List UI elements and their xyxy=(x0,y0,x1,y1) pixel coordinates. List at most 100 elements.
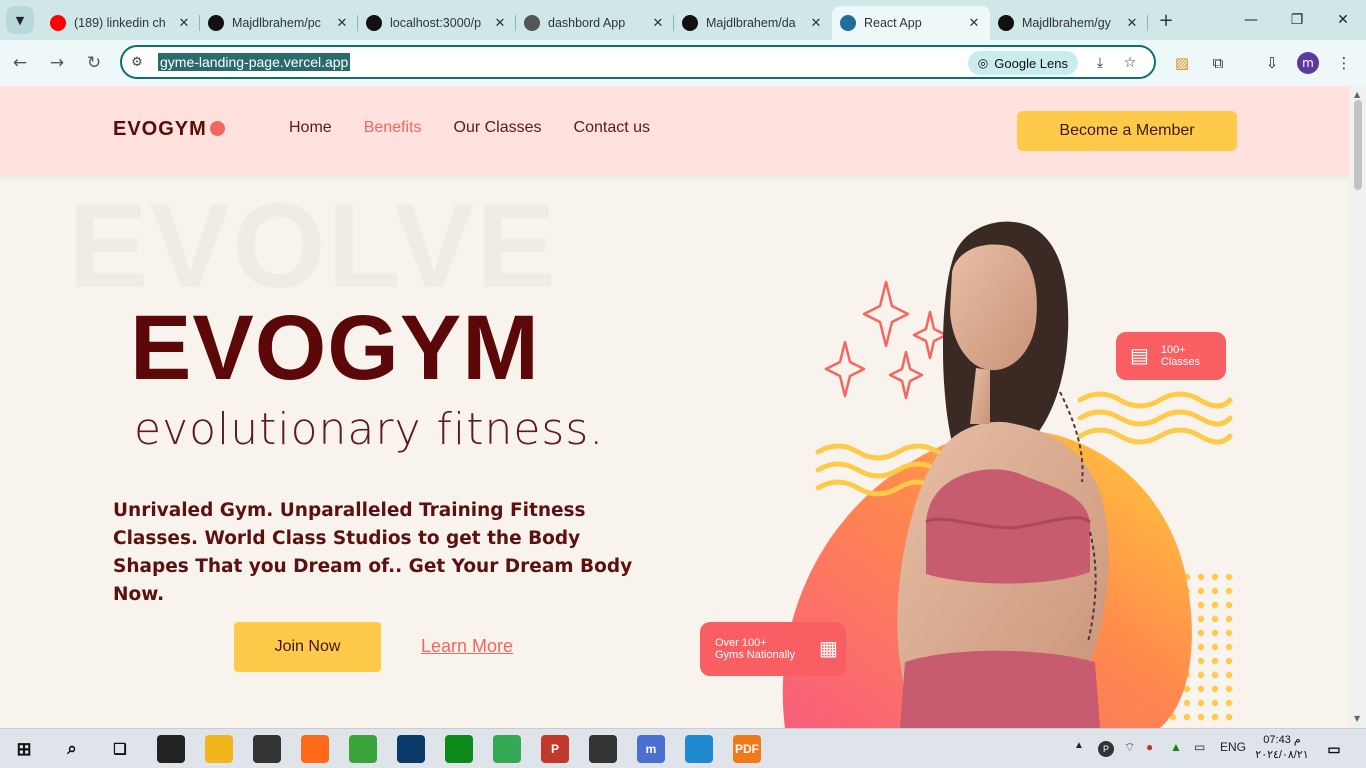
browser-tab[interactable]: localhost:3000/p ✕ xyxy=(358,6,516,40)
notification-icon: ▭ xyxy=(1327,740,1341,757)
chrome-menu-button[interactable]: ⋮ xyxy=(1332,51,1356,75)
close-icon: ✕ xyxy=(1337,12,1349,28)
pdf-app-icon[interactable]: PDF xyxy=(733,735,761,763)
learn-more-link[interactable]: Learn More xyxy=(421,636,513,657)
browser-tab[interactable]: Majdlbrahem/da ✕ xyxy=(674,6,832,40)
download-icon: ⇩ xyxy=(1265,54,1279,72)
vscode-icon[interactable] xyxy=(685,735,713,763)
tab-title: localhost:3000/p xyxy=(390,16,482,30)
system-clock[interactable]: 07:43 م ٢٠٢٤/٠٨/٢١ xyxy=(1252,733,1312,763)
nav-link-contact-us[interactable]: Contact us xyxy=(574,119,650,137)
language-indicator[interactable]: ENG xyxy=(1220,740,1246,754)
delta-app-icon[interactable] xyxy=(445,735,473,763)
globe-icon xyxy=(524,15,540,31)
classes-badge: ▤ 100+ Classes xyxy=(1116,332,1226,380)
page-scrollbar[interactable]: ▲ ▼ xyxy=(1350,86,1366,728)
logo-dot-icon xyxy=(209,121,225,136)
tab-close-icon[interactable]: ✕ xyxy=(334,15,350,31)
nav-link-home[interactable]: Home xyxy=(289,119,332,137)
tray-overflow-button[interactable]: ▲ xyxy=(1074,740,1084,751)
browser-tab[interactable]: Majdlbrahem/pc ✕ xyxy=(200,6,358,40)
tab-close-icon[interactable]: ✕ xyxy=(650,15,666,31)
browser-tab[interactable]: React App ✕ xyxy=(832,6,990,40)
reload-icon: ↻ xyxy=(86,53,102,73)
star-icon: ☆ xyxy=(1123,55,1137,71)
battery-icon[interactable]: ▭ xyxy=(1194,740,1205,754)
hero-illustration: ▤ 100+ Classes Over 100+ Gyms Nationally… xyxy=(690,192,1290,728)
address-bar[interactable]: ⚙ gyme-landing-page.vercel.app ◎ Google … xyxy=(120,45,1156,79)
extensions-button[interactable]: ⧉ xyxy=(1206,51,1230,75)
psiphon-tray-icon[interactable]: P xyxy=(1098,741,1114,757)
tab-list: (189) linkedin ch ✕ Majdlbrahem/pc ✕ localho… xyxy=(42,0,1148,40)
tab-close-icon[interactable]: ✕ xyxy=(492,15,508,31)
browser-tab[interactable]: (189) linkedin ch ✕ xyxy=(42,6,200,40)
triangle-icon xyxy=(366,15,382,31)
github-icon xyxy=(998,15,1014,31)
site-info-icon[interactable]: ⚙ xyxy=(122,55,152,70)
google-lens-button[interactable]: ◎ Google Lens xyxy=(967,51,1078,75)
become-member-button[interactable]: Become a Member xyxy=(1017,111,1237,151)
close-window-button[interactable]: ✕ xyxy=(1320,0,1366,40)
tab-title: dashbord App xyxy=(548,16,626,30)
react-icon xyxy=(840,15,856,31)
profile-initial: m xyxy=(1302,56,1314,70)
restore-icon: ❐ xyxy=(1290,12,1304,28)
join-now-button[interactable]: Join Now xyxy=(234,622,381,672)
tab-close-icon[interactable]: ✕ xyxy=(808,15,824,31)
back-button[interactable]: ← xyxy=(3,46,37,80)
tab-title: Majdlbrahem/pc xyxy=(232,16,321,30)
dolby-app-icon[interactable] xyxy=(397,735,425,763)
arrow-right-icon: → xyxy=(49,53,65,73)
scroll-up-icon[interactable]: ▲ xyxy=(1354,90,1360,99)
search-button[interactable]: ⌕ xyxy=(58,735,86,763)
settings-icon[interactable] xyxy=(589,735,617,763)
tab-close-icon[interactable]: ✕ xyxy=(1124,15,1140,31)
arrow-left-icon: ← xyxy=(12,53,28,73)
psiphon-icon[interactable]: P xyxy=(541,735,569,763)
scroll-down-icon[interactable]: ▼ xyxy=(1354,714,1360,723)
notifications-button[interactable]: ▭ xyxy=(1320,735,1348,763)
wifi-icon[interactable]: ⌔ xyxy=(1124,740,1135,755)
woman-figure xyxy=(897,221,1109,728)
new-tab-button[interactable]: + xyxy=(1152,6,1180,34)
browser-tab[interactable]: dashbord App ✕ xyxy=(516,6,674,40)
browser-toolbar: ← → ↻ ⚙ gyme-landing-page.vercel.app ◎ G… xyxy=(0,40,1366,86)
site-logo[interactable]: EVOGYM xyxy=(113,118,225,141)
url-text[interactable]: gyme-landing-page.vercel.app xyxy=(158,53,351,71)
browser-tab[interactable]: Majdlbrahem/gy ✕ xyxy=(990,6,1148,40)
file-explorer-icon[interactable] xyxy=(205,735,233,763)
tab-search-button[interactable]: ▼ xyxy=(6,6,34,34)
chevron-up-icon: ▲ xyxy=(1074,740,1084,751)
minimize-button[interactable]: — xyxy=(1228,0,1274,40)
downloads-button[interactable]: ⇩ xyxy=(1260,51,1284,75)
extension-color-button[interactable]: ▨ xyxy=(1170,51,1194,75)
restore-button[interactable]: ❐ xyxy=(1274,0,1320,40)
start-button[interactable]: ⊞ xyxy=(10,735,38,763)
chrome-icon[interactable] xyxy=(493,735,521,763)
clock-time: 07:43 م xyxy=(1263,734,1301,746)
windows-taskbar: ⊞ ⌕ ❏ Pm PDF ▲ P ⌔ ● ▲ ▭ ENG 07:43 م ٢٠٢٤… xyxy=(0,728,1366,768)
task-view-button[interactable]: ❏ xyxy=(106,735,134,763)
nav-link-our-classes[interactable]: Our Classes xyxy=(454,119,542,137)
chrome-profile-icon[interactable]: m xyxy=(637,735,665,763)
puzzle-icon: ⧉ xyxy=(1212,54,1224,72)
install-app-button[interactable]: ⤓ xyxy=(1090,53,1110,73)
scrollbar-thumb[interactable] xyxy=(1354,100,1362,190)
gyms-badge-text: Over 100+ Gyms Nationally xyxy=(715,637,811,661)
firefox-icon[interactable] xyxy=(301,735,329,763)
forward-button[interactable]: → xyxy=(40,46,74,80)
tab-close-icon[interactable]: ✕ xyxy=(176,15,192,31)
profile-avatar[interactable]: m xyxy=(1297,52,1319,74)
headphones-app-icon[interactable] xyxy=(253,735,281,763)
reload-button[interactable]: ↻ xyxy=(77,46,111,80)
camera-app-icon[interactable] xyxy=(157,735,185,763)
tab-close-icon[interactable]: ✕ xyxy=(966,15,982,31)
paint-app-icon[interactable] xyxy=(349,735,377,763)
antivirus-tray-icon[interactable]: ● xyxy=(1146,740,1153,754)
github-icon xyxy=(682,15,698,31)
nav-link-benefits[interactable]: Benefits xyxy=(364,119,422,137)
bookmark-button[interactable]: ☆ xyxy=(1120,53,1140,73)
delta-tray-icon[interactable]: ▲ xyxy=(1170,740,1182,754)
logo-text: EVOGYM xyxy=(113,118,207,140)
plus-icon: + xyxy=(1158,9,1174,31)
